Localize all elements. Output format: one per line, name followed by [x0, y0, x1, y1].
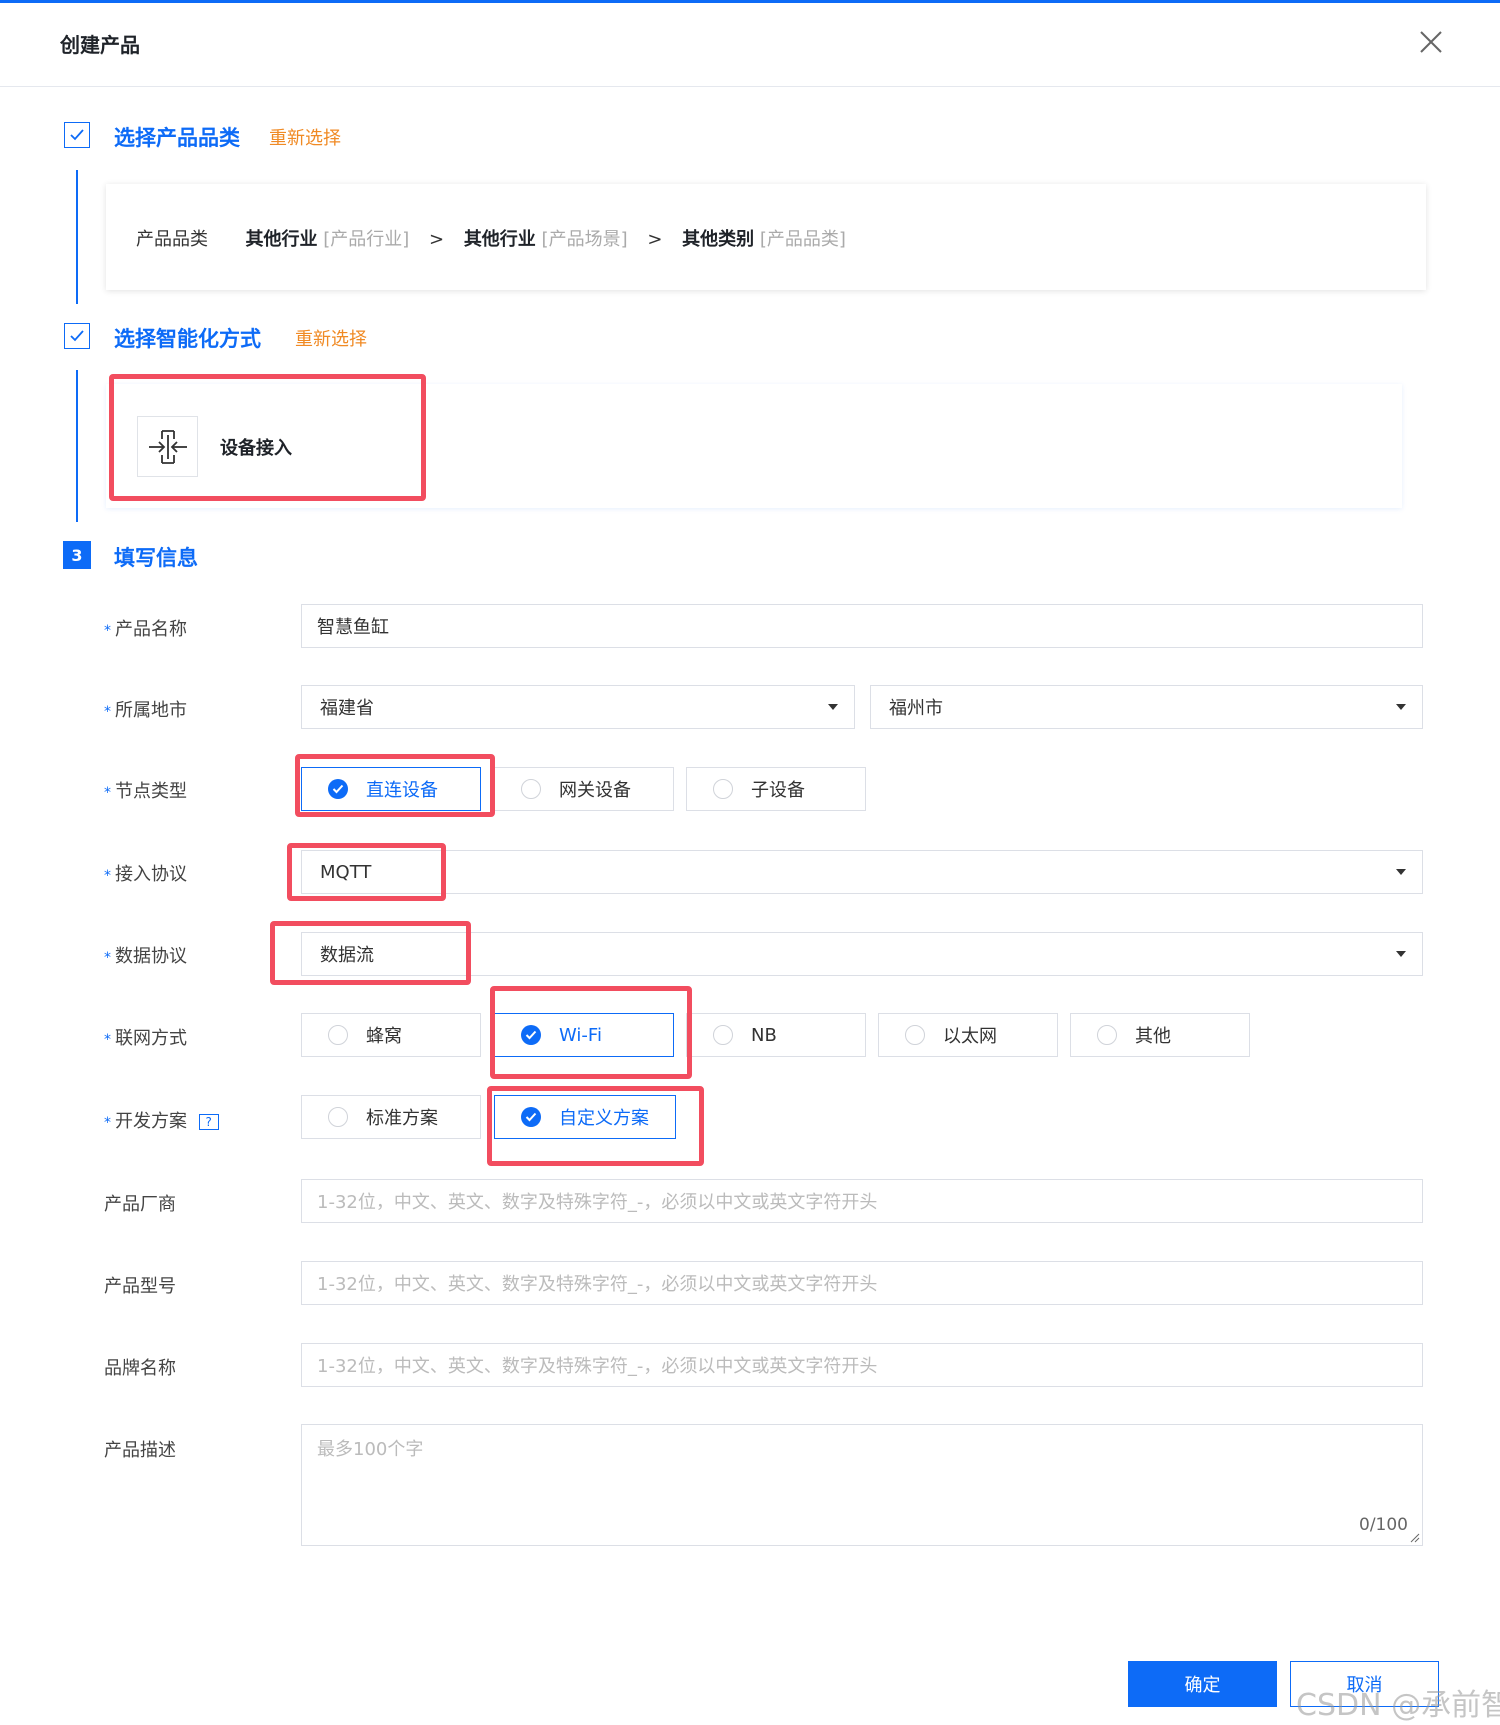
step3-number-badge: 3 [63, 541, 91, 569]
data-protocol-value: 数据流 [320, 945, 374, 966]
watermark: CSDN @承前智 [1296, 1688, 1500, 1723]
step2-title: 选择智能化方式 [114, 327, 261, 351]
radio-icon [328, 1107, 348, 1127]
access-protocol-label: * 接入协议 [104, 864, 187, 885]
category-label: 产品品类 [136, 229, 208, 250]
caret-down-icon [1396, 704, 1406, 710]
step1-connector-line [76, 170, 78, 304]
category-industry-tag: [产品行业] [323, 229, 410, 250]
category-scene-tag: [产品场景] [541, 229, 628, 250]
dev-plan-option-standard[interactable]: 标准方案 [301, 1095, 481, 1139]
radio-icon [521, 779, 541, 799]
step3-title: 填写信息 [114, 546, 198, 570]
category-separator: > [428, 229, 445, 250]
city-select[interactable]: 福州市 [870, 685, 1423, 729]
category-type: 其他类别 [682, 229, 755, 250]
caret-down-icon [1396, 951, 1406, 957]
help-icon[interactable]: ? [198, 1114, 219, 1130]
checked-radio-icon [521, 1025, 541, 1045]
radio-icon [713, 779, 733, 799]
step1-title: 选择产品品类 [114, 126, 240, 150]
network-option-nb[interactable]: NB [686, 1013, 866, 1057]
dev-plan-label: * 开发方案 ? [104, 1107, 219, 1133]
network-option-ethernet[interactable]: 以太网 [878, 1013, 1058, 1057]
model-input[interactable]: 1-32位，中文、英文、数字及特殊字符_-，必须以中文或英文字符开头 [301, 1261, 1423, 1305]
description-textarea[interactable]: 最多100个字 0/100 [301, 1424, 1423, 1546]
node-type-label: * 节点类型 [104, 781, 187, 802]
node-type-option-direct[interactable]: 直连设备 [301, 767, 481, 811]
network-option-wifi[interactable]: Wi-Fi [494, 1013, 674, 1057]
network-label: * 联网方式 [104, 1028, 187, 1049]
node-type-option-subdevice[interactable]: 子设备 [686, 767, 866, 811]
method-card [106, 384, 1402, 508]
radio-icon [1097, 1025, 1117, 1045]
radio-icon [328, 1025, 348, 1045]
confirm-button[interactable]: 确定 [1128, 1661, 1277, 1707]
device-access-label: 设备接入 [220, 438, 292, 459]
node-type-option-gateway[interactable]: 网关设备 [494, 767, 674, 811]
brand-label: 品牌名称 [104, 1358, 176, 1379]
location-label: * 所属地市 [104, 700, 187, 721]
checked-radio-icon [521, 1107, 541, 1127]
description-placeholder: 最多100个字 [317, 1439, 424, 1460]
data-protocol-select[interactable]: 数据流 [301, 932, 1423, 976]
radio-icon [905, 1025, 925, 1045]
category-industry: 其他行业 [245, 229, 318, 250]
radio-icon [713, 1025, 733, 1045]
dialog-header: 创建产品 [0, 3, 1500, 87]
data-protocol-label: * 数据协议 [104, 946, 187, 967]
checked-radio-icon [328, 779, 348, 799]
product-name-label: * 产品名称 [104, 619, 187, 640]
city-value: 福州市 [889, 698, 943, 719]
product-name-input[interactable]: 智慧鱼缸 [301, 604, 1423, 648]
network-option-cellular[interactable]: 蜂窝 [301, 1013, 481, 1057]
vendor-label: 产品厂商 [104, 1194, 176, 1215]
description-label: 产品描述 [104, 1440, 176, 1461]
caret-down-icon [828, 704, 838, 710]
device-access-icon [137, 416, 198, 477]
category-path: 产品品类 其他行业 [产品行业] > 其他行业 [产品场景] > 其他类别 [产… [136, 225, 846, 251]
close-icon[interactable] [1418, 29, 1444, 55]
description-counter: 0/100 [1359, 1515, 1408, 1535]
category-scene: 其他行业 [463, 229, 536, 250]
category-type-tag: [产品品类] [759, 229, 846, 250]
step2-reselect-link[interactable]: 重新选择 [295, 325, 367, 351]
step1-check-icon [64, 122, 90, 148]
category-separator: > [647, 229, 663, 250]
access-protocol-value: MQTT [320, 861, 372, 883]
step1-reselect-link[interactable]: 重新选择 [269, 124, 341, 150]
resize-handle-icon[interactable] [1410, 1533, 1420, 1543]
model-label: 产品型号 [104, 1276, 176, 1297]
brand-input[interactable]: 1-32位，中文、英文、数字及特殊字符_-，必须以中文或英文字符开头 [301, 1343, 1423, 1387]
vendor-input[interactable]: 1-32位，中文、英文、数字及特殊字符_-，必须以中文或英文字符开头 [301, 1179, 1423, 1223]
step2-check-icon [64, 323, 90, 349]
caret-down-icon [1396, 869, 1406, 875]
dialog-title: 创建产品 [60, 33, 140, 57]
step2-connector-line [76, 370, 78, 522]
province-select[interactable]: 福建省 [301, 685, 855, 729]
network-option-other[interactable]: 其他 [1070, 1013, 1250, 1057]
dev-plan-option-custom[interactable]: 自定义方案 [494, 1095, 676, 1139]
province-value: 福建省 [320, 698, 374, 719]
access-protocol-select[interactable]: MQTT [301, 850, 1423, 894]
